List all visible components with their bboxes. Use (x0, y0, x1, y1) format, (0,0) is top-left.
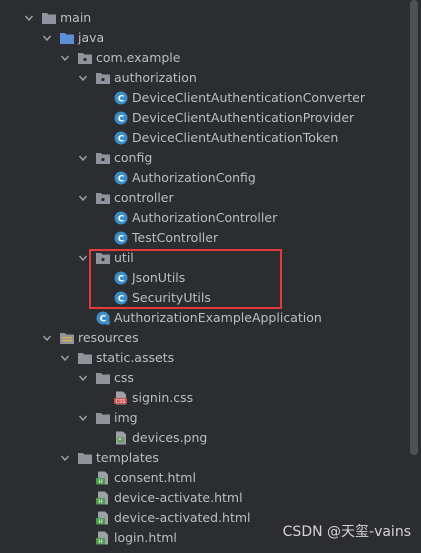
tree-row[interactable]: main (0, 8, 408, 28)
tree-row[interactable]: C AuthorizationController (0, 208, 408, 228)
application-class-icon: C (95, 311, 111, 325)
tree-item-label: DeviceClientAuthenticationConverter (132, 90, 365, 105)
tree-row[interactable]: controller (0, 188, 408, 208)
tree-item-label: AuthorizationExampleApplication (114, 310, 322, 325)
tree-item-label: authorization (114, 70, 197, 85)
svg-text:C: C (118, 115, 125, 125)
package-icon (95, 71, 111, 85)
html-file-icon: H (95, 531, 111, 545)
resources-folder-icon (59, 331, 75, 345)
chevron-down-icon[interactable] (76, 188, 90, 208)
class-icon: C (113, 211, 129, 225)
watermark: CSDN @天玺-vains (282, 524, 411, 540)
tree-item-label: controller (114, 190, 174, 205)
tree-row[interactable]: config (0, 148, 408, 168)
chevron-down-icon[interactable] (40, 328, 54, 348)
tree-row[interactable]: C DeviceClientAuthenticationProvider (0, 108, 408, 128)
tree-row[interactable]: css (0, 368, 408, 388)
svg-text:C: C (118, 215, 125, 225)
tree-item-label: consent.html (114, 470, 196, 485)
tree-item-label: DeviceClientAuthenticationProvider (132, 110, 355, 125)
html-file-icon: H (95, 511, 111, 525)
tree-row[interactable]: resources (0, 328, 408, 348)
chevron-down-icon[interactable] (76, 408, 90, 428)
svg-text:CSS: CSS (116, 399, 126, 405)
svg-text:C: C (118, 135, 125, 145)
tree-item-label: login.html (114, 530, 177, 545)
folder-icon (95, 411, 111, 425)
tree-item-label: templates (96, 450, 159, 465)
tree-row[interactable]: Hconsent.html (0, 468, 408, 488)
tree-item-label: device-activate.html (114, 490, 243, 505)
package-icon (95, 151, 111, 165)
package-icon (77, 51, 93, 65)
tree-row[interactable]: Hdevice-activate.html (0, 488, 408, 508)
chevron-down-icon[interactable] (76, 248, 90, 268)
tree-item-label: static.assets (96, 350, 175, 365)
class-icon: C (113, 171, 129, 185)
chevron-down-icon[interactable] (22, 8, 36, 28)
package-icon (95, 191, 111, 205)
class-icon: C (113, 91, 129, 105)
image-file-icon (113, 431, 129, 445)
tree-row[interactable]: C AuthorizationExampleApplication (0, 308, 408, 328)
chevron-down-icon[interactable] (76, 368, 90, 388)
folder-icon (95, 371, 111, 385)
tree-item-label: resources (78, 330, 139, 345)
html-file-icon: H (95, 471, 111, 485)
svg-text:H: H (98, 498, 103, 505)
class-icon: C (113, 231, 129, 245)
tree-item-label: devices.png (132, 430, 208, 445)
folder-icon (77, 351, 93, 365)
tree-item-label: img (114, 410, 138, 425)
tree-row[interactable]: img (0, 408, 408, 428)
tree-row[interactable]: com.example (0, 48, 408, 68)
tree-item-label: signin.css (132, 390, 194, 405)
svg-text:C: C (118, 95, 125, 105)
chevron-down-icon[interactable] (76, 68, 90, 88)
chevron-down-icon[interactable] (76, 148, 90, 168)
tree-item-label: com.example (96, 50, 181, 65)
tree-row[interactable]: templates (0, 448, 408, 468)
highlight-box (89, 249, 282, 309)
tree-row[interactable]: java (0, 28, 408, 48)
svg-text:H: H (98, 478, 103, 485)
tree-item-label: TestController (132, 230, 219, 245)
tree-row[interactable]: CSS signin.css (0, 388, 408, 408)
tree-row[interactable]: C AuthorizationConfig (0, 168, 408, 188)
tree-row[interactable]: C DeviceClientAuthenticationToken (0, 128, 408, 148)
svg-text:C: C (118, 175, 125, 185)
tree-row[interactable]: C DeviceClientAuthenticationConverter (0, 88, 408, 108)
tree-item-label: main (60, 10, 92, 25)
class-icon: C (113, 131, 129, 145)
chevron-down-icon[interactable] (58, 348, 72, 368)
tree-row[interactable]: C TestController (0, 228, 408, 248)
tree-item-label: css (114, 370, 134, 385)
tree-row[interactable]: static.assets (0, 348, 408, 368)
tree-item-label: java (78, 30, 105, 45)
css-file-icon: CSS (113, 391, 129, 405)
svg-text:H: H (98, 518, 103, 525)
source-folder-icon (59, 31, 75, 45)
chevron-down-icon[interactable] (58, 48, 72, 68)
vertical-scrollbar[interactable] (410, 0, 418, 455)
tree-row[interactable]: devices.png (0, 428, 408, 448)
tree-item-label: AuthorizationController (132, 210, 278, 225)
chevron-down-icon[interactable] (40, 28, 54, 48)
tree-item-label: AuthorizationConfig (132, 170, 256, 185)
svg-text:H: H (98, 538, 103, 545)
folder-icon (77, 451, 93, 465)
tree-item-label: config (114, 150, 153, 165)
svg-text:C: C (118, 235, 125, 245)
folder-icon (41, 11, 57, 25)
html-file-icon: H (95, 491, 111, 505)
tree-item-label: device-activated.html (114, 510, 251, 525)
tree-row[interactable]: authorization (0, 68, 408, 88)
chevron-down-icon[interactable] (58, 448, 72, 468)
class-icon: C (113, 111, 129, 125)
tree-item-label: DeviceClientAuthenticationToken (132, 130, 339, 145)
